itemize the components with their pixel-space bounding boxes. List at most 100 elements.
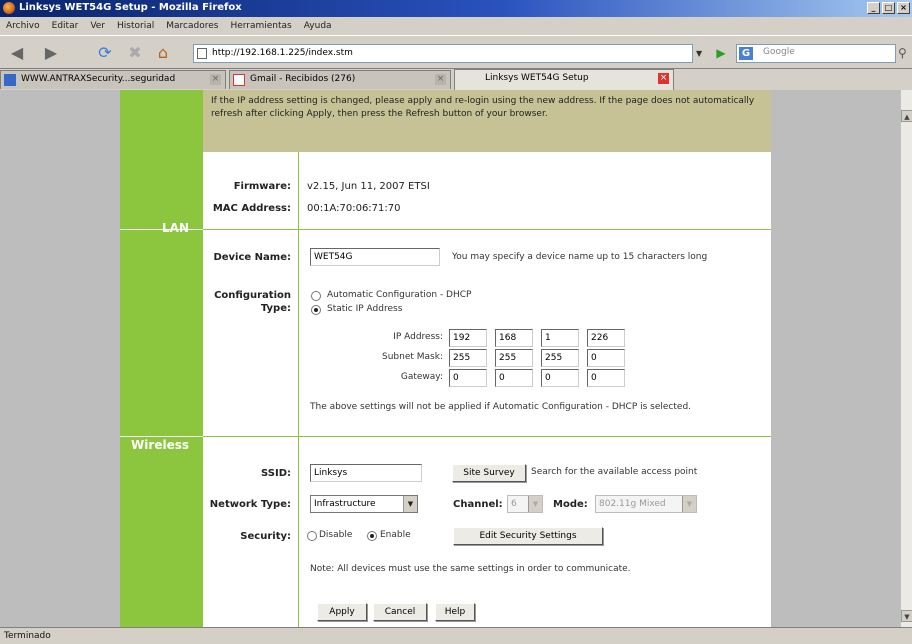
mask-octet-3[interactable]: 255 bbox=[541, 349, 579, 367]
tab-antrax[interactable]: WWW.ANTRAXSecurity...seguridad × bbox=[0, 70, 226, 89]
vertical-scrollbar[interactable]: ▲ ▼ bbox=[900, 90, 912, 627]
reload-icon[interactable]: ⟳ bbox=[94, 42, 116, 64]
divider bbox=[120, 229, 203, 230]
info-banner: If the IP address setting is changed, pl… bbox=[203, 90, 771, 152]
mac-label: MAC Address: bbox=[212, 203, 291, 214]
device-name-hint: You may specify a device name up to 15 c… bbox=[452, 252, 708, 262]
config-static-label: Static IP Address bbox=[327, 304, 403, 314]
menu-editar[interactable]: Editar bbox=[52, 21, 79, 31]
channel-select[interactable]: 6 ▼ bbox=[507, 495, 543, 513]
config-type-label: Configuration Type: bbox=[214, 290, 291, 314]
device-name-input[interactable]: WET54G bbox=[310, 248, 440, 266]
ip-octet-1[interactable]: 192 bbox=[449, 329, 487, 347]
google-icon: G bbox=[739, 47, 753, 60]
menu-ver[interactable]: Ver bbox=[90, 21, 105, 31]
page-viewport: LAN Wireless If the IP address setting i… bbox=[0, 90, 900, 627]
mode-select[interactable]: 802.11g Mixed ▼ bbox=[595, 495, 697, 513]
config-static-radio[interactable] bbox=[311, 305, 321, 315]
window-title: Linksys WET54G Setup - Mozilla Firefox bbox=[19, 2, 242, 13]
menu-bar: Archivo Editar Ver Historial Marcadores … bbox=[0, 17, 912, 35]
search-icon[interactable]: ⚲ bbox=[898, 46, 907, 60]
gateway-octet-1[interactable]: 0 bbox=[449, 369, 487, 387]
firmware-value: v2.15, Jun 11, 2007 ETSI bbox=[307, 181, 430, 192]
site-survey-button[interactable]: Site Survey bbox=[452, 464, 526, 482]
tab-close-icon[interactable]: × bbox=[210, 74, 221, 85]
ip-octet-3[interactable]: 1 bbox=[541, 329, 579, 347]
config-dhcp-radio[interactable] bbox=[311, 291, 321, 301]
mode-label: Mode: bbox=[553, 499, 588, 510]
mask-octet-2[interactable]: 255 bbox=[495, 349, 533, 367]
url-dropdown-icon[interactable]: ▼ bbox=[696, 45, 710, 62]
ip-octet-4[interactable]: 226 bbox=[587, 329, 625, 347]
page-icon bbox=[197, 48, 207, 59]
channel-label: Channel: bbox=[453, 499, 503, 510]
divider bbox=[203, 229, 771, 230]
section-wireless: Wireless bbox=[131, 438, 189, 452]
lan-note: The above settings will not be applied i… bbox=[310, 402, 692, 412]
menu-herramientas[interactable]: Herramientas bbox=[230, 21, 291, 31]
cancel-button[interactable]: Cancel bbox=[373, 603, 427, 621]
gateway-label: Gateway: bbox=[400, 372, 443, 382]
mode-value: 802.11g Mixed bbox=[599, 499, 666, 509]
close-button[interactable]: × bbox=[897, 2, 910, 14]
status-bar: Terminado bbox=[0, 627, 912, 644]
go-icon[interactable]: ▶ bbox=[712, 44, 730, 63]
ip-octet-2[interactable]: 168 bbox=[495, 329, 533, 347]
title-bar: Linksys WET54G Setup - Mozilla Firefox _… bbox=[0, 0, 912, 17]
mask-octet-4[interactable]: 0 bbox=[587, 349, 625, 367]
tab-close-icon[interactable]: × bbox=[658, 73, 669, 84]
apply-button[interactable]: Apply bbox=[317, 603, 367, 621]
menu-archivo[interactable]: Archivo bbox=[6, 21, 40, 31]
mac-value: 00:1A:70:06:71:70 bbox=[307, 203, 401, 214]
security-disable-label: Disable bbox=[319, 530, 353, 540]
back-icon[interactable]: ◀ bbox=[6, 42, 28, 64]
security-disable-radio[interactable] bbox=[307, 531, 317, 541]
firefox-icon bbox=[3, 2, 15, 14]
section-sidebar: LAN Wireless bbox=[120, 90, 203, 627]
tab-close-icon[interactable]: × bbox=[435, 74, 446, 85]
scroll-down-icon[interactable]: ▼ bbox=[901, 610, 912, 622]
navigation-toolbar: ◀ ▶ ⟳ ✖ ⌂ http://192.168.1.225/index.stm… bbox=[0, 35, 912, 69]
site-survey-hint: Search for the available access point bbox=[531, 467, 698, 477]
security-enable-label: Enable bbox=[380, 530, 411, 540]
network-type-select[interactable]: Infrastructure ▼ bbox=[310, 495, 418, 513]
stop-icon[interactable]: ✖ bbox=[124, 42, 146, 64]
network-type-label: Network Type: bbox=[209, 499, 291, 510]
tab-label: WWW.ANTRAXSecurity...seguridad bbox=[21, 74, 176, 84]
url-input[interactable]: http://192.168.1.225/index.stm bbox=[193, 44, 693, 63]
search-placeholder: Google bbox=[763, 47, 795, 57]
tab-gmail[interactable]: Gmail - Recibidos (276) × bbox=[229, 70, 451, 89]
gateway-octet-2[interactable]: 0 bbox=[495, 369, 533, 387]
minimize-button[interactable]: _ bbox=[867, 2, 880, 14]
mask-octet-1[interactable]: 255 bbox=[449, 349, 487, 367]
config-dhcp-label: Automatic Configuration - DHCP bbox=[327, 290, 472, 300]
maximize-button[interactable]: □ bbox=[882, 2, 895, 14]
window-controls: _ □ × bbox=[867, 2, 910, 14]
forward-icon[interactable]: ▶ bbox=[40, 42, 62, 64]
ip-address-label: IP Address: bbox=[393, 332, 443, 342]
tab-linksys[interactable]: Linksys WET54G Setup × bbox=[454, 69, 674, 90]
status-text: Terminado bbox=[4, 631, 51, 641]
firmware-label: Firmware: bbox=[233, 181, 291, 192]
gateway-octet-3[interactable]: 0 bbox=[541, 369, 579, 387]
chevron-down-icon: ▼ bbox=[403, 496, 417, 512]
gateway-octet-4[interactable]: 0 bbox=[587, 369, 625, 387]
divider bbox=[120, 436, 203, 437]
security-label: Security: bbox=[240, 531, 291, 542]
home-icon[interactable]: ⌂ bbox=[152, 42, 174, 64]
settings-panel: Firmware: v2.15, Jun 11, 2007 ETSI MAC A… bbox=[203, 152, 771, 627]
menu-ayuda[interactable]: Ayuda bbox=[304, 21, 332, 31]
search-input[interactable]: G Google bbox=[736, 44, 896, 63]
channel-value: 6 bbox=[511, 499, 517, 509]
scroll-up-icon[interactable]: ▲ bbox=[901, 110, 912, 122]
divider bbox=[203, 436, 771, 437]
menu-marcadores[interactable]: Marcadores bbox=[166, 21, 218, 31]
tab-label: Gmail - Recibidos (276) bbox=[250, 74, 356, 84]
help-button[interactable]: Help bbox=[435, 603, 475, 621]
menu-historial[interactable]: Historial bbox=[117, 21, 154, 31]
url-text: http://192.168.1.225/index.stm bbox=[212, 48, 353, 58]
ssid-input[interactable]: Linksys bbox=[310, 464, 422, 482]
tab-strip: WWW.ANTRAXSecurity...seguridad × Gmail -… bbox=[0, 69, 912, 90]
edit-security-button[interactable]: Edit Security Settings bbox=[453, 527, 603, 545]
security-enable-radio[interactable] bbox=[367, 531, 377, 541]
